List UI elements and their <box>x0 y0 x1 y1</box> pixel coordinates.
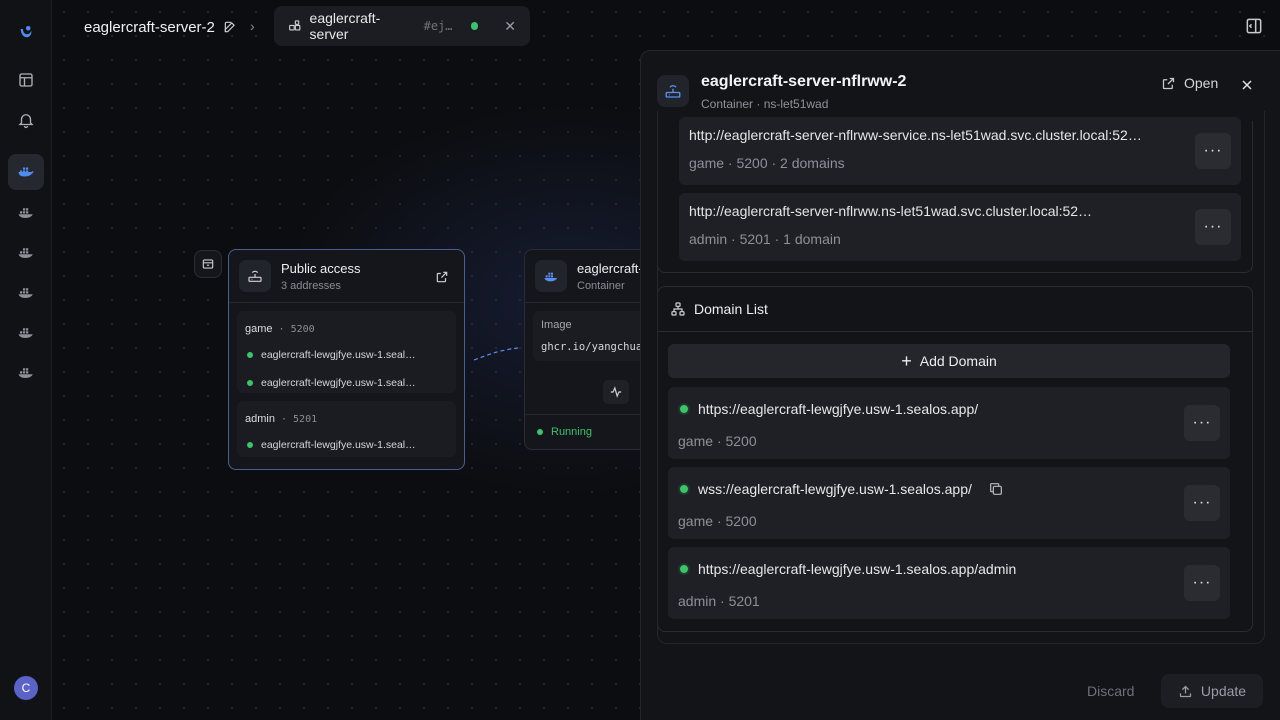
node-title: eaglercraft-s <box>577 260 650 276</box>
edge-connector <box>473 347 519 361</box>
layout-icon[interactable] <box>8 62 44 98</box>
public-access-node[interactable]: Public access 3 addresses game · 5200 ea… <box>228 249 465 470</box>
domain-list-header: Domain List <box>670 301 768 317</box>
bell-icon[interactable] <box>8 102 44 138</box>
panel-title: eaglercraft-server-nflrww-2 <box>701 73 907 90</box>
domain-url[interactable]: wss://eaglercraft-lewgjfye.usw-1.sealos.… <box>698 481 972 497</box>
chevron-right-icon: › <box>250 18 255 34</box>
edit-icon[interactable] <box>223 20 237 34</box>
port-number: 5200 <box>290 324 315 335</box>
external-link-icon <box>1162 77 1175 89</box>
activity-icon[interactable] <box>603 380 629 404</box>
tab-label: eaglercraft-server <box>309 10 381 42</box>
details-panel: eaglercraft-server-nflrww-2 Container · … <box>640 50 1280 720</box>
more-options-button[interactable]: ··· <box>1195 209 1231 245</box>
plus-icon: + <box>901 351 912 371</box>
add-domain-button[interactable]: + Add Domain <box>668 344 1230 378</box>
more-options-button[interactable]: ··· <box>1195 133 1231 169</box>
port-number: 5201 <box>293 414 318 425</box>
service-row: http://eaglercraft-server-nflrww-service… <box>679 117 1241 185</box>
more-options-button[interactable]: ··· <box>1184 405 1220 441</box>
node-subtitle: 3 addresses <box>281 279 341 292</box>
image-label: Image <box>541 319 572 331</box>
status-dot <box>678 483 690 495</box>
service-row: http://eaglercraft-server-nflrww.ns-let5… <box>679 193 1241 261</box>
update-button[interactable]: Update <box>1161 674 1263 708</box>
docker-icon <box>535 260 567 292</box>
service-url: http://eaglercraft-server-nflrww-service… <box>689 127 1142 143</box>
router-icon <box>239 260 271 292</box>
node-title: Public access <box>281 260 361 276</box>
port-block-admin: admin · 5201 eaglercraft-lewgjfye.usw-1.… <box>237 401 456 457</box>
docker-app-icon[interactable] <box>8 234 44 270</box>
domain-url[interactable]: https://eaglercraft-lewgjfye.usw-1.sealo… <box>698 401 978 417</box>
domain-row[interactable]: eaglercraft-lewgjfye.usw-1.seal… <box>245 377 448 389</box>
domain-meta: admin · 5201 <box>678 593 760 609</box>
image-value: ghcr.io/yangchua <box>541 341 643 353</box>
port-block-game: game · 5200 eaglercraft-lewgjfye.usw-1.s… <box>237 311 456 393</box>
docker-app-icon[interactable] <box>8 354 44 390</box>
domain-item: https://eaglercraft-lewgjfye.usw-1.sealo… <box>668 547 1230 619</box>
open-button[interactable]: Open <box>1161 75 1218 91</box>
apps-icon <box>289 20 301 31</box>
running-status: Running <box>537 426 592 438</box>
service-meta: admin · 5201 · 1 domain <box>689 231 841 247</box>
domain-list-section: Domain List + Add Domain https://eaglerc… <box>657 286 1253 632</box>
left-rail: C <box>0 0 52 720</box>
docker-app-icon[interactable] <box>8 314 44 350</box>
status-dot <box>678 563 690 575</box>
service-meta: game · 5200 · 2 domains <box>689 155 845 171</box>
docker-app-icon-active[interactable] <box>8 154 44 190</box>
domain-url[interactable]: https://eaglercraft-lewgjfye.usw-1.sealo… <box>698 561 1016 577</box>
domain-meta: game · 5200 <box>678 433 757 449</box>
tab-eaglercraft-server[interactable]: eaglercraft-server #ej… ✕ <box>274 6 530 46</box>
service-url: http://eaglercraft-server-nflrww.ns-let5… <box>689 203 1093 219</box>
more-options-button[interactable]: ··· <box>1184 485 1220 521</box>
more-options-button[interactable]: ··· <box>1184 565 1220 601</box>
collapse-handle[interactable] <box>194 250 222 278</box>
port-name: admin <box>245 413 275 425</box>
archive-icon <box>202 259 214 269</box>
status-dot <box>470 22 479 30</box>
port-name: game <box>245 323 273 335</box>
status-dot <box>678 403 690 415</box>
breadcrumb: eaglercraft-server-2 <box>84 16 237 38</box>
panel-toggle-icon[interactable] <box>1244 16 1264 36</box>
close-icon[interactable] <box>1239 77 1255 93</box>
external-link-icon[interactable] <box>435 270 449 284</box>
sitemap-icon <box>671 302 685 316</box>
domain-item: wss://eaglercraft-lewgjfye.usw-1.sealos.… <box>668 467 1230 539</box>
discard-button[interactable]: Discard <box>1087 683 1134 699</box>
avatar[interactable]: C <box>14 676 38 700</box>
docker-app-icon[interactable] <box>8 274 44 310</box>
copy-icon[interactable] <box>988 481 1004 497</box>
project-title[interactable]: eaglercraft-server-2 <box>84 19 215 36</box>
logo-icon[interactable] <box>8 14 44 50</box>
node-subtitle: Container <box>577 279 625 292</box>
close-tab-icon[interactable]: ✕ <box>504 18 516 35</box>
tab-hash: #ej… <box>423 19 453 33</box>
domain-row[interactable]: eaglercraft-lewgjfye.usw-1.seal… <box>245 439 448 451</box>
domain-row[interactable]: eaglercraft-lewgjfye.usw-1.seal… <box>245 349 448 361</box>
router-icon <box>657 75 689 107</box>
domain-item: https://eaglercraft-lewgjfye.usw-1.sealo… <box>668 387 1230 459</box>
panel-subtitle: Container · ns-let51wad <box>701 97 829 111</box>
upload-icon <box>1179 685 1192 697</box>
domain-meta: game · 5200 <box>678 513 757 529</box>
docker-app-icon[interactable] <box>8 194 44 230</box>
